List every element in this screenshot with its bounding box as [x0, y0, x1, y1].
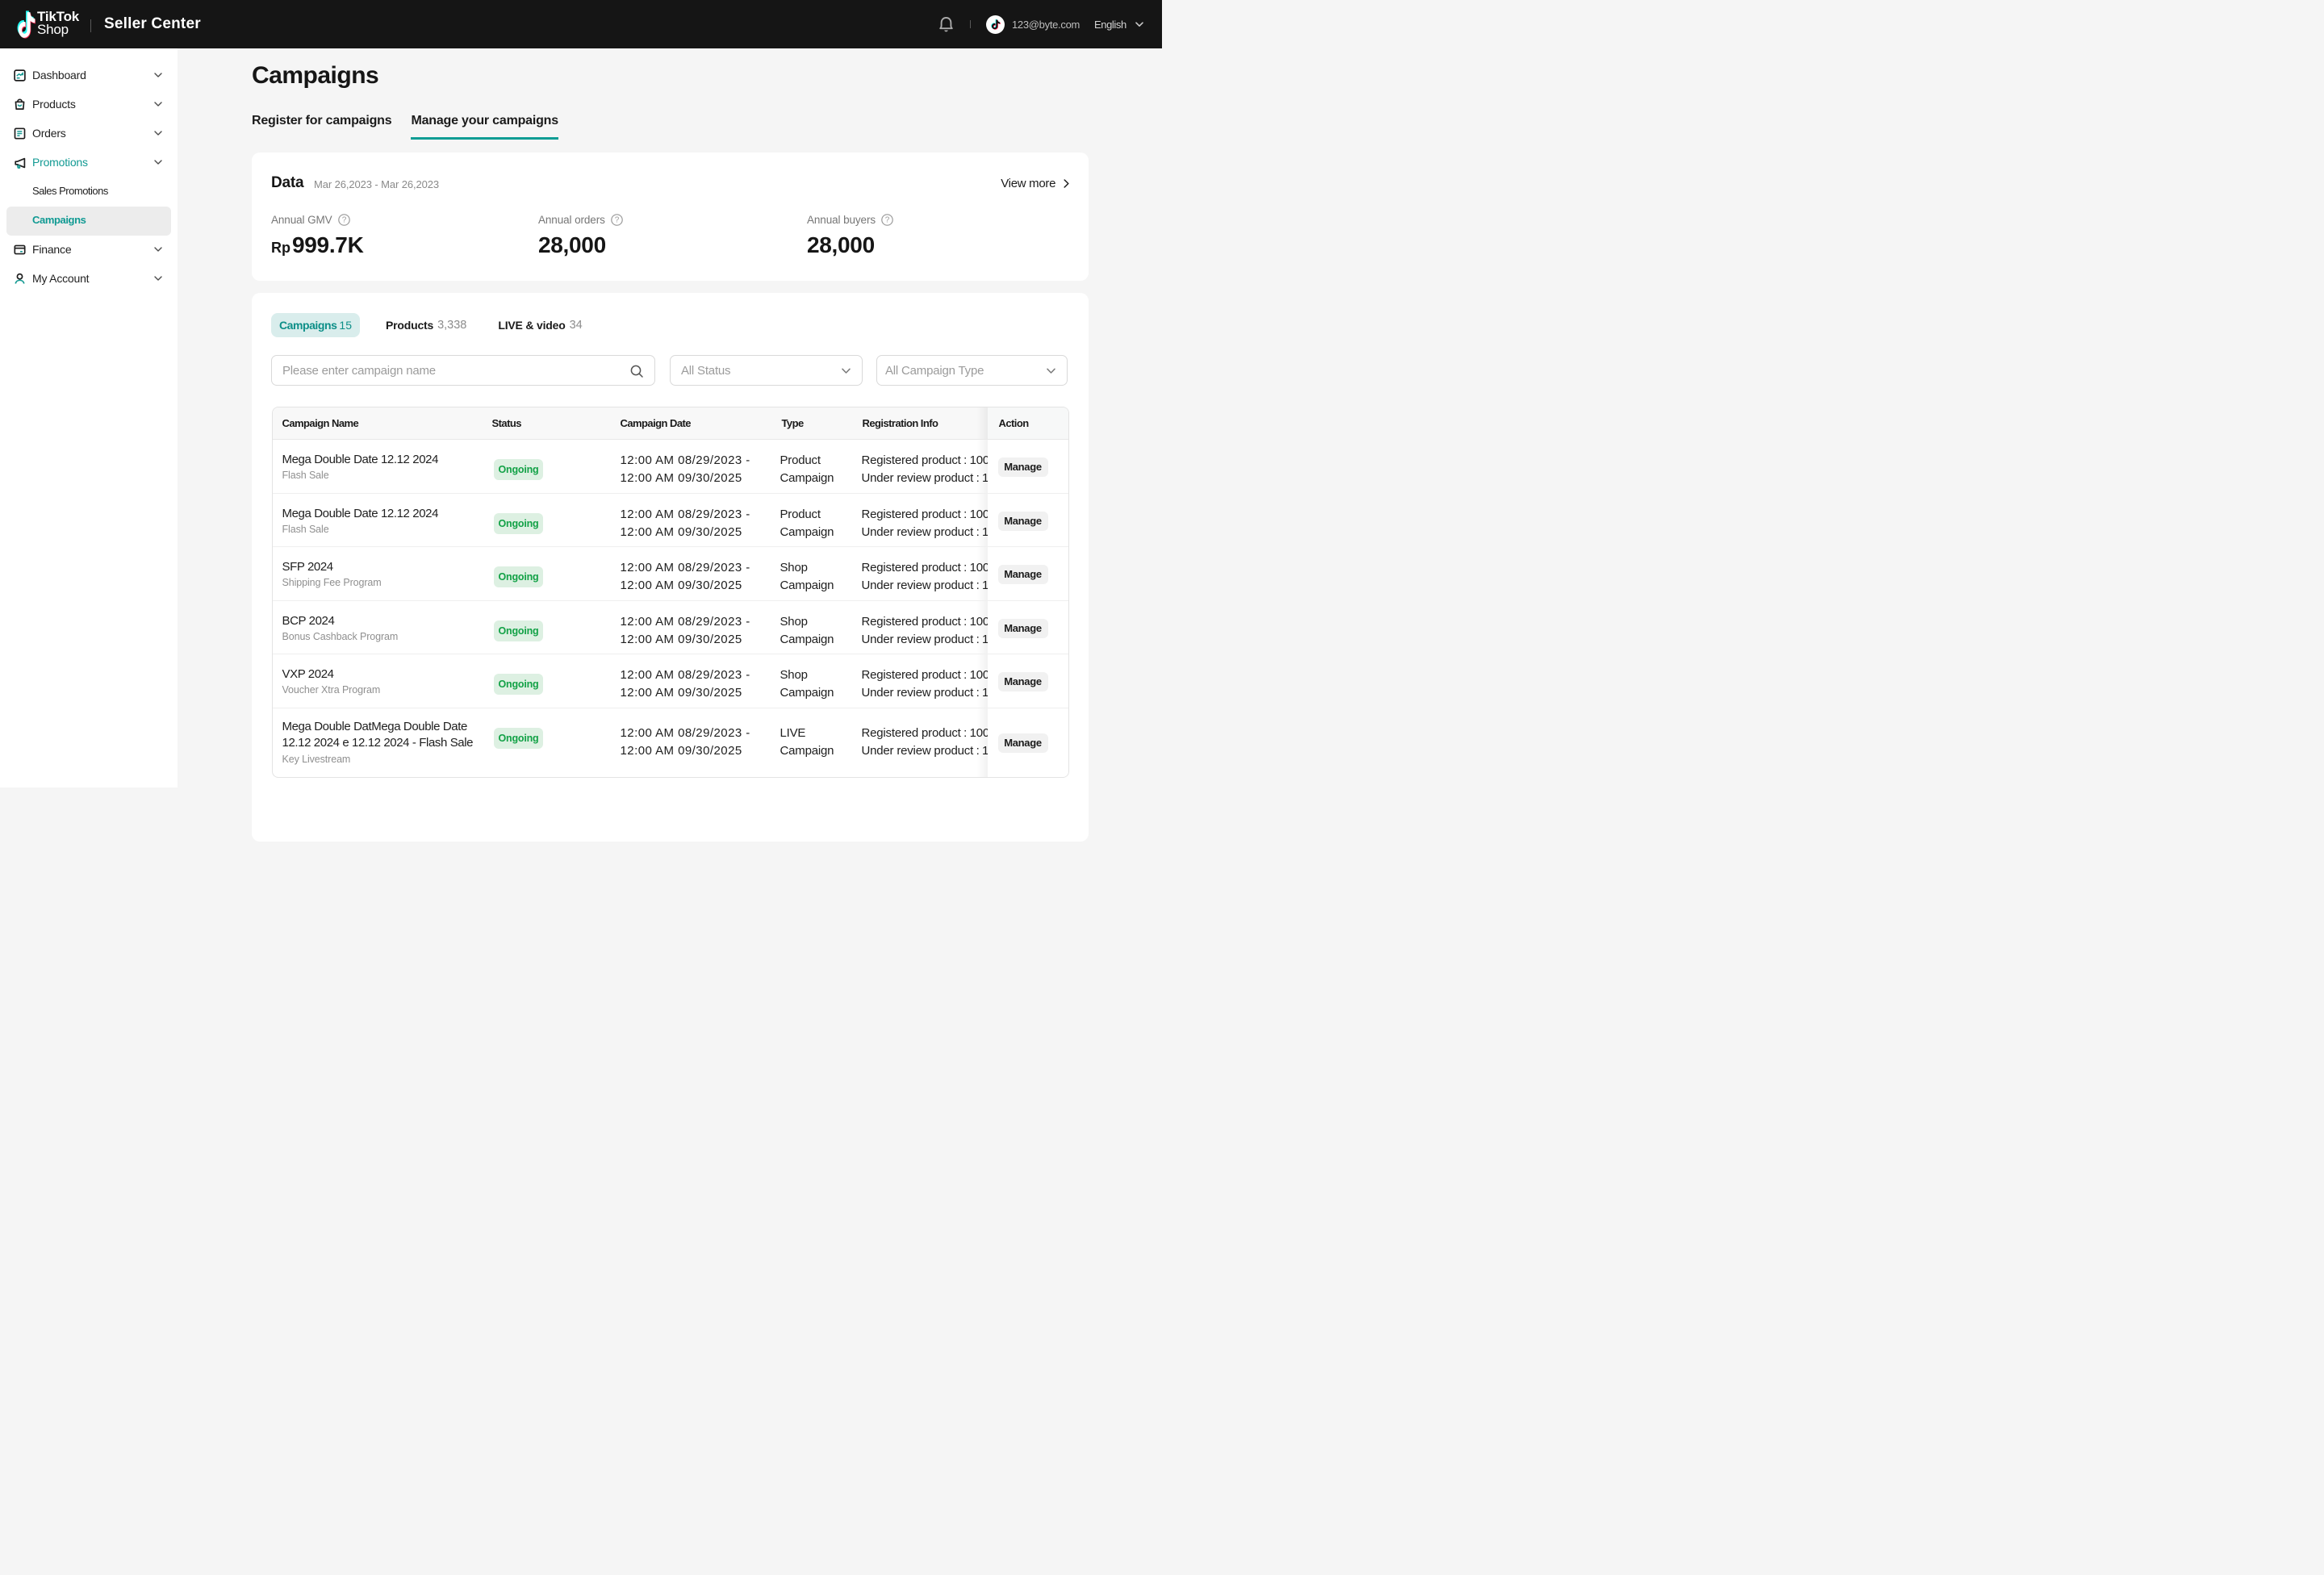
svg-text:?: ? [885, 215, 890, 224]
svg-text:?: ? [341, 215, 346, 224]
svg-text:?: ? [615, 215, 620, 224]
